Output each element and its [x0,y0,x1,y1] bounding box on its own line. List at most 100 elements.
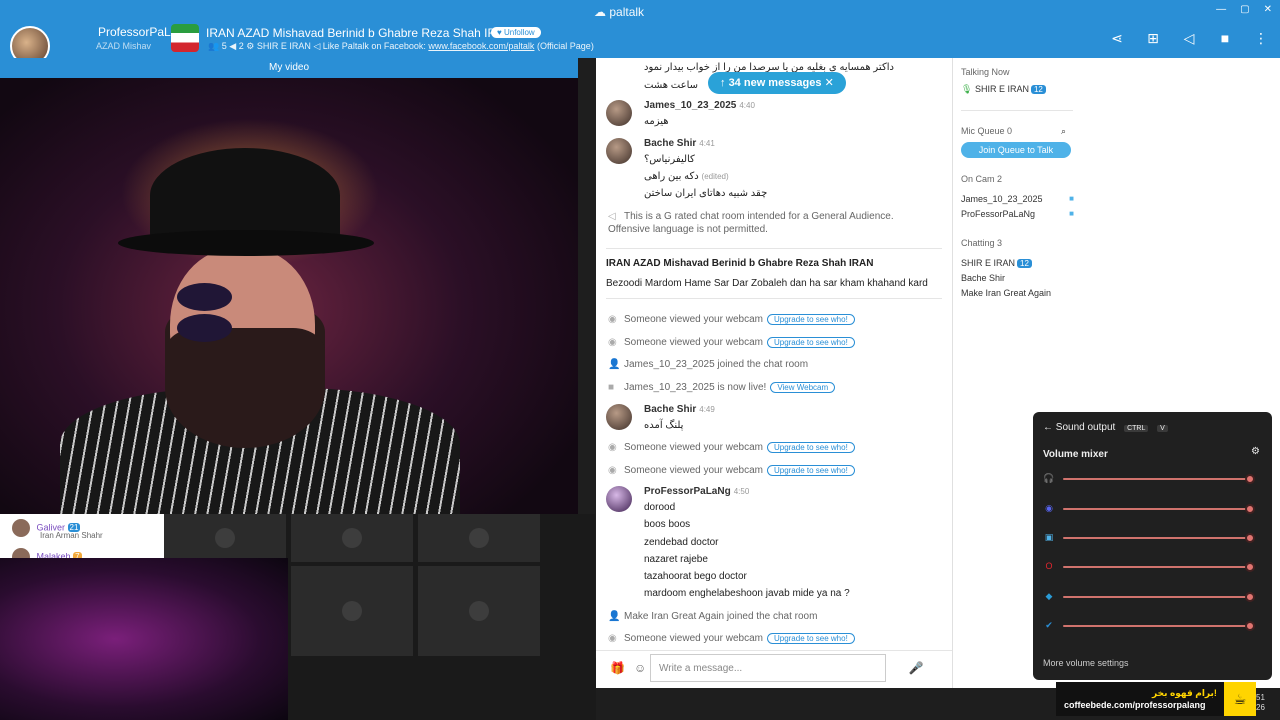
emoji-icon[interactable]: ☺ [634,661,650,677]
heart-icon: ♥ [497,28,504,37]
top-actions: ⋖ ⊞ ◁ ■ ⋮ [1108,30,1270,47]
upgrade-button[interactable]: Upgrade to see who! [766,337,855,348]
more-options-icon[interactable]: ⋮ [1252,30,1270,47]
maximize-button[interactable]: ▢ [1240,4,1249,15]
chatting-user[interactable]: Make Iran Great Again [961,288,1051,298]
view-webcam-button[interactable]: View Webcam [770,382,836,393]
coffee-banner[interactable]: برام قهوه بخر! coffeebede.com/professorp… [1056,682,1256,716]
volume-mixer-row[interactable]: ◆ [1043,590,1262,604]
upgrade-button[interactable]: Upgrade to see who! [766,633,855,644]
megaphone-button[interactable]: ◁ [1180,30,1198,47]
upgrade-button[interactable]: Upgrade to see who! [766,314,855,325]
system-message: ◉ Someone viewed your webcam Upgrade to se… [608,633,855,644]
volume-slider-thumb[interactable] [1245,592,1255,602]
video-camera-icon[interactable]: ■ [1069,209,1074,218]
search-icon[interactable]: ⌕ [1061,126,1066,137]
volume-mixer-row[interactable]: ▣ [1043,531,1262,545]
gift-icon[interactable]: 🎁 [610,661,626,677]
user-placeholder-icon [342,601,362,621]
volume-slider-thumb[interactable] [1245,474,1255,484]
upgrade-button[interactable]: Upgrade to see who! [766,465,855,476]
message-author[interactable]: Bache Shir [644,138,696,149]
join-queue-button[interactable]: Join Queue to Talk [961,142,1071,158]
chatting-user[interactable]: SHIR E IRAN 12 [961,258,1032,268]
volume-mixer-row[interactable]: O [1043,560,1262,574]
message-text: هیزمه [644,116,669,127]
guest-video-panel[interactable] [0,558,288,720]
minimize-button[interactable]: — [1216,4,1226,15]
chat-panel: داکتر همسایه ی بغلیه من یا سرصدا من را ا… [596,58,952,688]
eye-icon: ◉ [608,337,617,348]
message-text: چقد شبیه دهاتای ایران ساختن [644,188,768,199]
video-camera-icon[interactable]: ■ [1069,194,1074,203]
system-message: 👤 James_10_23_2025 joined the chat room [608,359,809,370]
video-person-hat [150,148,340,243]
chatting-user[interactable]: Bache Shir [961,273,1005,283]
microphone-icon[interactable]: 🎤 [892,654,940,682]
edited-label: (edited) [701,172,729,181]
volume-slider-thumb[interactable] [1245,504,1255,514]
talking-user[interactable]: 🎙 SHIR E IRAN 12 [961,84,1046,95]
facebook-link[interactable]: www.facebook.com/paltalk [428,41,534,51]
settings-gear-icon[interactable]: ⚙ [1251,446,1260,457]
message-author[interactable]: Bache Shir [644,404,696,415]
close-icon[interactable]: ✕ [822,77,834,89]
volume-slider-track[interactable] [1063,478,1253,480]
on-cam-user[interactable]: James_10_23_2025 [961,194,1043,204]
coffee-cup-icon: ☕ [1224,682,1256,716]
megaphone-icon: ◁ [608,211,616,222]
volume-mixer-row[interactable]: ✔ [1043,619,1262,633]
message-text: کالیفرنیاس؟ [644,154,695,165]
message-text: boos boos [644,519,691,530]
divider [606,248,942,249]
room-meta: 👥 5 ◀ 2 ⚙ SHIR E IRAN ◁ Like Paltalk on … [208,41,594,52]
volume-slider-track[interactable] [1063,566,1253,568]
users-count: 5 [221,41,227,51]
cam-user-item[interactable]: Galiver 21 Iran Arman Shahr [12,519,162,540]
message-author[interactable]: ProFessorPaLaNg [644,486,731,497]
volume-slider-track[interactable] [1063,596,1253,598]
app-title: ☁ paltalk [594,5,645,19]
video-person-glasses [177,283,307,342]
volume-slider-track[interactable] [1063,508,1253,510]
new-messages-button[interactable]: ↑ 34 new messages ✕ [708,72,846,94]
volume-mixer-title: Volume mixer [1043,449,1108,460]
volume-slider-track[interactable] [1063,625,1253,627]
volume-slider-track[interactable] [1063,537,1253,539]
avatar [606,486,632,512]
volume-mixer-row[interactable]: 🎧 [1043,472,1262,486]
system-message: ◉ Someone viewed your webcam Upgrade to se… [608,337,855,348]
volume-slider-thumb[interactable] [1245,533,1255,543]
back-arrow-icon[interactable]: ← [1043,422,1053,433]
system-message: ■ James_10_23_2025 is now live! View Webca… [608,382,836,393]
volume-slider-thumb[interactable] [1245,621,1255,631]
gift-icon[interactable]: ⊞ [1144,30,1162,47]
volume-mixer-row[interactable]: ◉ [1043,502,1262,516]
coffee-persian-text: برام قهوه بخر! [1152,688,1217,698]
eye-icon: ◉ [608,633,617,644]
room-title: IRAN AZAD Mishavad Berinid b Ghabre Reza… [206,26,513,40]
message-text: zendebad doctor [644,537,719,548]
paltalk-icon: ◆ [1045,591,1053,601]
video-camera-icon[interactable]: ■ [1216,30,1234,47]
message-time: 4:40 [739,101,755,110]
more-volume-settings-link[interactable]: More volume settings [1043,658,1129,668]
message-text: پلنگ آمده [644,420,684,431]
empty-cam-slot [291,514,413,562]
share-icon[interactable]: ⋖ [1108,30,1126,47]
unfollow-button[interactable]: ♥ Unfollow [491,27,541,38]
on-cam-user[interactable]: ProFessorPaLaNg [961,209,1035,219]
video-person-hat-brim [118,230,374,256]
message-author[interactable]: James_10_23_2025 [644,100,736,111]
volume-slider-thumb[interactable] [1245,562,1255,572]
message-input[interactable]: Write a message... [650,654,886,682]
facebook-suffix: (Official Page) [536,41,594,51]
room-flag-icon [171,24,199,52]
upgrade-button[interactable]: Upgrade to see who! [766,442,855,453]
volume-mixer-flyout: ← Sound output CTRL V Volume mixer ⚙ 🎧 ◉ ▣… [1033,412,1272,680]
on-cam-heading: On Cam 2 [961,174,1003,184]
message-time: 4:41 [699,139,715,148]
taskbar-clock[interactable]: 51 26 [1256,693,1265,713]
my-video-panel[interactable]: My video [0,58,578,514]
close-button[interactable]: ✕ [1264,4,1272,15]
